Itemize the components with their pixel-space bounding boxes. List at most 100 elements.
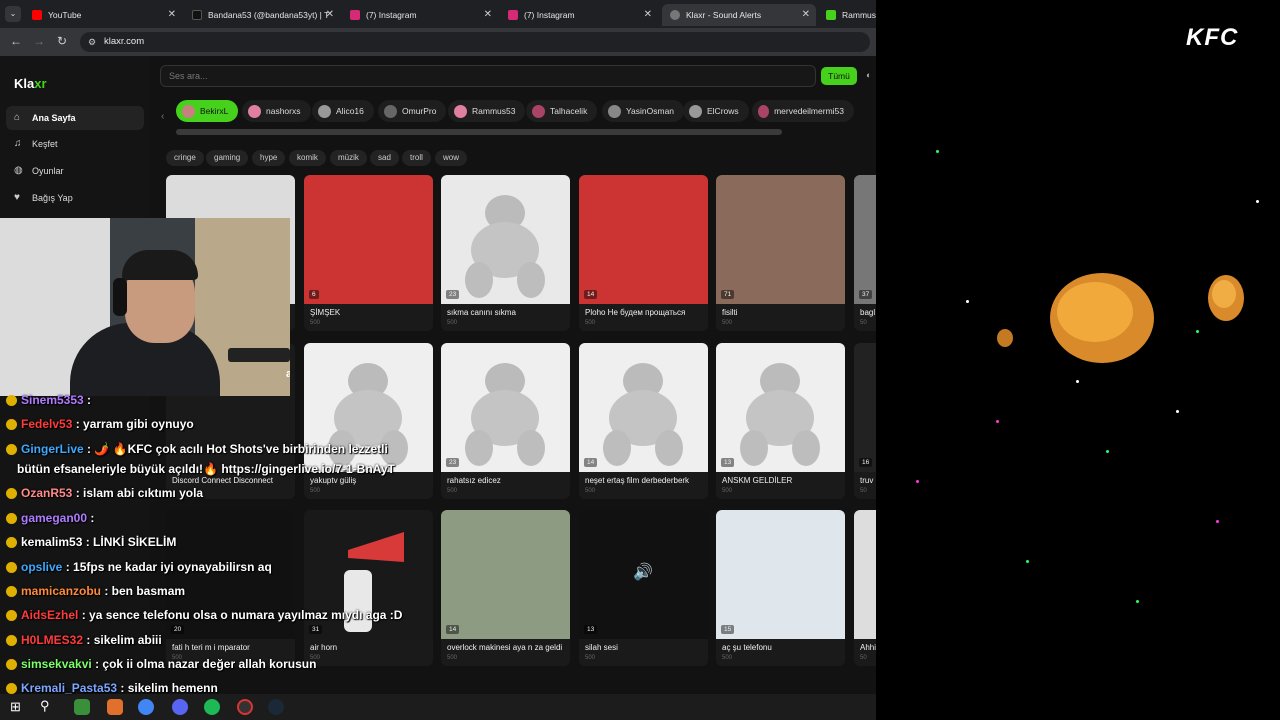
sound-card[interactable]: 71 fisilti 500 <box>716 175 845 331</box>
sound-plays: 500 <box>722 320 733 326</box>
sound-thumbnail[interactable] <box>441 343 570 472</box>
sound-card[interactable]: 37 bagl 50 <box>854 175 876 331</box>
chrome-icon[interactable] <box>138 699 154 715</box>
sound-thumbnail[interactable] <box>854 510 876 639</box>
chevron-left-icon[interactable]: ‹ <box>161 111 164 122</box>
streamer-chip[interactable]: ElCrows <box>683 100 749 122</box>
sound-thumbnail[interactable] <box>441 510 570 639</box>
tag-sad[interactable]: sad <box>370 150 399 166</box>
search-input[interactable]: Ses ara... <box>160 65 816 87</box>
play-count: 15 <box>721 625 735 634</box>
brave-icon[interactable] <box>107 699 123 715</box>
tab-bar: ⌄ YouTube ✕ Bandana53 (@bandana53yt) | T… <box>0 0 876 28</box>
sidebar-item-donate[interactable]: ♥ Bağış Yap <box>6 186 144 210</box>
discord-icon[interactable] <box>172 699 188 715</box>
play-count: 6 <box>309 290 319 299</box>
sound-thumbnail[interactable] <box>579 343 708 472</box>
tab-instagram-2[interactable]: (7) Instagram ✕ <box>500 4 658 26</box>
home-icon: ⌂ <box>14 112 21 123</box>
streamer-chip[interactable]: mervedeilmermi53 <box>752 100 854 122</box>
chat-text: : yarram gibi oynuyo <box>72 417 194 431</box>
chip-label: nashorxs <box>266 106 301 116</box>
star <box>1216 520 1219 523</box>
sound-card[interactable]: 13 ANSKM GELDİLER 500 <box>716 343 845 499</box>
sound-card[interactable]: 20 fati h teri m i mparator 500 <box>166 510 295 666</box>
all-button[interactable]: Tümü <box>821 67 857 85</box>
chicken-pieces <box>997 273 1244 363</box>
sidebar-item-explore[interactable]: ♫ Keşfet <box>6 132 144 156</box>
sound-card[interactable]: Ahhi 50 <box>854 510 876 666</box>
sound-card[interactable]: 6 ŞİMŞEK 500 <box>304 175 433 331</box>
back-icon[interactable]: ← <box>10 34 22 48</box>
tag-muzik[interactable]: müzik <box>330 150 367 166</box>
sound-thumbnail[interactable] <box>441 175 570 304</box>
tab-klaxr[interactable]: Klaxr - Sound Alerts ✕ <box>662 4 816 26</box>
sound-thumbnail[interactable] <box>304 175 433 304</box>
streamer-chip[interactable]: Alico16 <box>312 100 374 122</box>
sound-card[interactable]: 15 aç şu telefonu 500 <box>716 510 845 666</box>
tag-hype[interactable]: hype <box>252 150 286 166</box>
tab-rammus[interactable]: Rammus5 <box>818 4 876 26</box>
close-icon[interactable]: ✕ <box>326 9 334 20</box>
horizontal-scrollbar[interactable] <box>176 129 782 135</box>
streamer-chip[interactable]: BekirxL <box>176 100 239 122</box>
reload-icon[interactable]: ↻ <box>57 34 67 48</box>
close-icon[interactable]: ✕ <box>168 9 176 20</box>
chat-username: gamegan00 <box>21 511 88 525</box>
avatar <box>608 104 621 118</box>
windows-start-icon[interactable]: ⊞ <box>10 699 21 715</box>
tab-instagram-1[interactable]: (7) Instagram ✕ <box>342 4 498 26</box>
tag-gaming[interactable]: gaming <box>206 150 249 166</box>
tab-tiktok[interactable]: Bandana53 (@bandana53yt) | T ✕ <box>184 4 340 26</box>
tag-wow[interactable]: wow <box>435 150 468 166</box>
close-icon[interactable]: ✕ <box>802 9 810 20</box>
sound-card[interactable]: 23 sıkma canını sıkma 500 <box>441 175 570 331</box>
chat-message: AidsEzhel : ya sence telefonu olsa o num… <box>4 608 402 622</box>
play-count: 14 <box>584 290 598 299</box>
url-field[interactable]: ⚙ klaxr.com <box>80 32 870 52</box>
theme-icon[interactable]: ◐ <box>866 70 871 80</box>
sound-card[interactable]: 14 neşet ertaş film derbederberk 500 <box>579 343 708 499</box>
sound-card[interactable]: 14 overlock makinesi aya n za geldi 500 <box>441 510 570 666</box>
tab-label: (7) Instagram <box>524 10 575 20</box>
sound-card[interactable]: 23 rahatsız edicez 500 <box>441 343 570 499</box>
sound-plays: 500 <box>447 655 458 661</box>
steam-icon[interactable] <box>268 699 284 715</box>
app-icon[interactable] <box>237 699 253 715</box>
sound-thumbnail[interactable] <box>854 343 876 472</box>
app-icon[interactable] <box>74 699 90 715</box>
sound-card[interactable]: 31 air horn 500 <box>304 510 433 666</box>
forward-icon[interactable]: → <box>33 34 45 48</box>
sound-card[interactable]: 16 truv 50 <box>854 343 876 499</box>
streamer-chip[interactable]: Rammus53 <box>448 100 526 122</box>
sound-card[interactable]: 🔊 13 silah sesi 500 <box>579 510 708 666</box>
sound-thumbnail[interactable] <box>716 175 845 304</box>
tag-cringe[interactable]: cringe <box>166 150 204 166</box>
tab-label: Klaxr - Sound Alerts <box>686 10 762 20</box>
search-icon[interactable]: ⚲ <box>40 698 50 714</box>
close-icon[interactable]: ✕ <box>644 9 652 20</box>
tab-youtube[interactable]: YouTube ✕ <box>24 4 182 26</box>
tag-troll[interactable]: troll <box>402 150 431 166</box>
sound-thumbnail[interactable]: 🔊 <box>579 510 708 639</box>
tag-komik[interactable]: komik <box>289 150 326 166</box>
sound-thumbnail[interactable] <box>716 343 845 472</box>
chat-text: : sikelim abiii <box>83 633 162 647</box>
sound-thumbnail[interactable] <box>716 510 845 639</box>
sound-card[interactable]: 14 Ploho Не будем прощаться 500 <box>579 175 708 331</box>
sidebar-item-games[interactable]: ◍ Oyunlar <box>6 159 144 183</box>
sound-thumbnail[interactable] <box>579 175 708 304</box>
streamer-chip[interactable]: YasinOsman <box>602 100 685 122</box>
close-icon[interactable]: ✕ <box>484 9 492 20</box>
streamer-chip[interactable]: Talhacelik <box>526 100 598 122</box>
spotify-icon[interactable] <box>204 699 220 715</box>
sidebar-item-home[interactable]: ⌂ Ana Sayfa <box>6 106 144 130</box>
site-logo[interactable]: Klaxr <box>14 76 47 91</box>
tab-search-button[interactable]: ⌄ <box>5 6 21 22</box>
chat-username: opslive <box>21 560 63 574</box>
streamer-chip[interactable]: OmurPro <box>378 100 447 122</box>
sound-title: ANSKM GELDİLER <box>722 476 793 485</box>
streamer-chip[interactable]: nashorxs <box>242 100 311 122</box>
site-info-icon[interactable]: ⚙ <box>88 32 96 52</box>
sound-thumbnail[interactable] <box>854 175 876 304</box>
